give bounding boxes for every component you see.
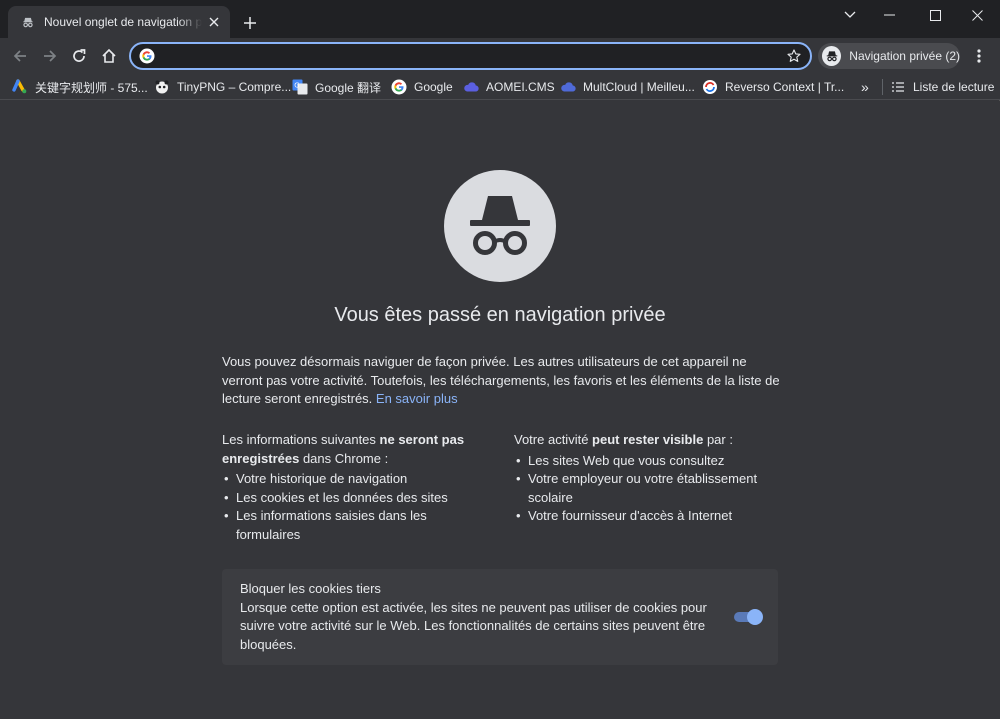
- home-button[interactable]: [96, 43, 122, 69]
- not-saved-heading: Les informations suivantes ne seront pas…: [222, 432, 465, 466]
- chevron-down-icon: [844, 11, 856, 18]
- arrow-left-icon: [13, 50, 26, 62]
- cookie-description: Lorsque cette option est activée, les si…: [240, 599, 707, 652]
- not-saved-section: Les informations suivantes ne seront pas…: [222, 431, 492, 544]
- page-title: Vous êtes passé en navigation privée: [334, 304, 666, 326]
- bookmarks-overflow-button[interactable]: »: [861, 77, 869, 97]
- bookmark-item[interactable]: TinyPNG – Compre...: [154, 77, 291, 97]
- incognito-icon: [444, 170, 556, 282]
- panda-icon: [154, 79, 170, 95]
- cookie-controls-card: Bloquer les cookies tiers Lorsque cette …: [222, 569, 778, 665]
- tab-strip: Nouvel onglet de navigation privée: [0, 0, 1000, 38]
- google-translate-icon: G: [292, 79, 308, 95]
- google-icon: [139, 48, 155, 64]
- incognito-page: Vous êtes passé en navigation privée Vou…: [0, 101, 1000, 719]
- plus-icon: [244, 17, 256, 29]
- arrow-right-icon: [44, 50, 57, 62]
- minimize-icon: [883, 14, 895, 16]
- toolbar: Navigation privée (2): [0, 38, 1000, 74]
- bookmark-item[interactable]: Reverso Context | Tr...: [702, 77, 844, 97]
- menu-button[interactable]: [966, 43, 992, 69]
- may-be-visible-section: Votre activité peut rester visible par :…: [514, 431, 784, 526]
- close-icon[interactable]: [206, 14, 222, 30]
- may-be-visible-heading: Votre activité peut rester visible par :: [514, 432, 733, 447]
- bookmark-item[interactable]: MultCloud | Meilleu...: [560, 77, 695, 97]
- list-item: Les sites Web que vous consultez: [514, 452, 784, 471]
- bookmark-item[interactable]: 关键字规划师 - 575...: [12, 77, 148, 97]
- reverso-icon: [702, 79, 718, 95]
- incognito-icon: [20, 14, 36, 30]
- list-item: Les informations saisies dans les formul…: [222, 507, 492, 544]
- reading-list-icon: [890, 79, 906, 95]
- block-cookies-toggle[interactable]: [732, 609, 763, 625]
- close-icon: [971, 9, 983, 21]
- profile-button[interactable]: Navigation privée (2): [818, 43, 960, 69]
- bookmark-item[interactable]: AOMEI.CMS: [463, 77, 555, 97]
- back-button[interactable]: [7, 43, 33, 69]
- window-close-button[interactable]: [954, 0, 1000, 30]
- list-item: Votre fournisseur d'accès à Internet: [514, 507, 784, 526]
- tab-title: Nouvel onglet de navigation privée: [44, 15, 202, 29]
- tab-incognito[interactable]: Nouvel onglet de navigation privée: [8, 6, 230, 38]
- maximize-icon: [929, 9, 941, 21]
- maximize-button[interactable]: [912, 0, 958, 30]
- incognito-icon: [822, 46, 842, 66]
- svg-text:G: G: [294, 82, 299, 90]
- star-icon[interactable]: [782, 44, 806, 68]
- google-icon: [391, 79, 407, 95]
- list-item: Votre employeur ou votre établissement s…: [514, 470, 784, 507]
- reload-button[interactable]: [66, 43, 92, 69]
- google-ads-icon: [12, 79, 28, 95]
- bookmarks-bar: 关键字规划师 - 575... TinyPNG – Compre... G Go…: [0, 74, 1000, 100]
- cookie-title: Bloquer les cookies tiers: [240, 581, 381, 596]
- home-icon: [102, 48, 116, 63]
- minimize-button[interactable]: [866, 0, 912, 30]
- list-item: Votre historique de navigation: [222, 470, 492, 489]
- may-be-visible-list: Les sites Web que vous consultez Votre e…: [514, 452, 784, 526]
- not-saved-list: Votre historique de navigation Les cooki…: [222, 470, 492, 544]
- bookmark-item[interactable]: Google: [391, 77, 453, 97]
- cloud-icon: [463, 79, 479, 95]
- cloud-icon: [560, 79, 576, 95]
- omnibox[interactable]: [129, 42, 812, 70]
- reload-icon: [73, 49, 86, 62]
- bookmark-separator: [882, 79, 883, 95]
- intro-text: Vous pouvez désormais naviguer de façon …: [222, 354, 780, 406]
- forward-button[interactable]: [37, 43, 63, 69]
- learn-more-link[interactable]: En savoir plus: [376, 391, 458, 406]
- address-input[interactable]: [161, 45, 782, 67]
- more-vert-icon: [977, 49, 981, 63]
- new-tab-button[interactable]: [240, 13, 260, 33]
- profile-label: Navigation privée (2): [849, 49, 960, 63]
- browser-window: Nouvel onglet de navigation privée: [0, 0, 1000, 719]
- reading-list-button[interactable]: Liste de lecture: [890, 77, 994, 97]
- bookmark-item[interactable]: G Google 翻译: [292, 77, 381, 97]
- list-item: Les cookies et les données des sites: [222, 489, 492, 508]
